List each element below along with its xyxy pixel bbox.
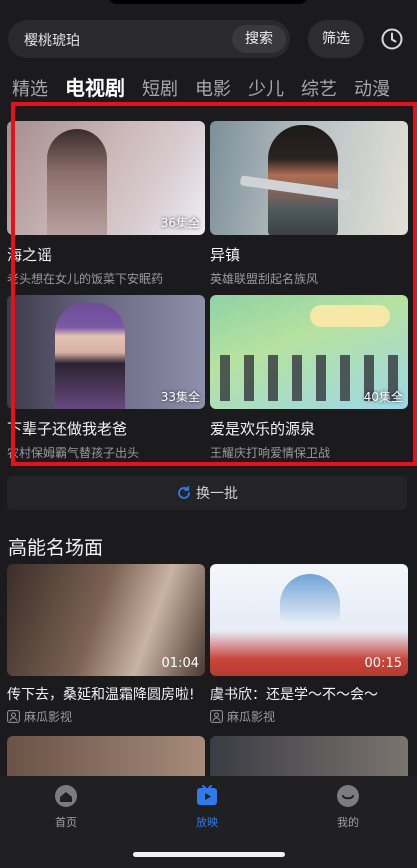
nav-profile-label: 我的 [337,816,359,829]
scene-source[interactable]: 麻瓜影视 [7,708,205,725]
scene-source-name: 麻瓜影视 [227,710,276,724]
highlight-frame [11,102,417,466]
tab-kids[interactable]: 少儿 [248,75,284,101]
duration-label: 01:04 [161,656,199,671]
refresh-label: 换一批 [196,486,238,502]
scene-title[interactable]: 虞书欣：还是学～不～会～ [210,684,408,704]
tab-short-drama[interactable]: 短剧 [142,75,178,101]
scene-source[interactable]: 麻瓜影视 [210,708,408,725]
scene-thumbnail-partial[interactable] [7,736,205,776]
nav-home[interactable]: 首页 [26,784,106,830]
user-icon [210,710,223,723]
tab-featured[interactable]: 精选 [12,75,48,101]
section-title: 高能名场面 [8,537,104,559]
refresh-button[interactable]: 换一批 [7,476,407,510]
user-icon [7,710,20,723]
search-button[interactable]: 搜索 [232,25,286,53]
home-icon [55,785,77,807]
tab-movies[interactable]: 电影 [195,75,231,101]
tab-anime[interactable]: 动漫 [354,75,390,101]
category-tabs: 精选 电视剧 短剧 电影 少儿 综艺 动漫 [12,72,407,100]
scene-card[interactable]: 00:15 虞书欣：还是学～不～会～ 麻瓜影视 [210,564,408,725]
search-row: 樱桃琥珀 搜索 筛选 [8,20,408,58]
scene-helmet-shape [280,574,340,624]
scene-thumbnail[interactable]: 01:04 [7,564,205,676]
status-notch [108,0,308,4]
tab-tv-series[interactable]: 电视剧 [65,72,125,101]
history-clock-icon[interactable] [380,27,404,51]
search-query: 樱桃琥珀 [24,33,80,49]
search-input[interactable]: 樱桃琥珀 搜索 [8,20,290,58]
nav-profile[interactable]: 我的 [308,784,388,830]
scene-title[interactable]: 传下去，桑延和温霜降圆房啦! [7,684,205,704]
refresh-icon [178,485,190,499]
nav-screening[interactable]: 放映 [167,784,247,830]
tab-variety[interactable]: 综艺 [301,75,337,101]
profile-smile-icon [337,785,359,807]
nav-home-label: 首页 [55,816,77,829]
scene-thumbnail[interactable]: 00:15 [210,564,408,676]
scene-thumbnail-partial[interactable] [210,736,408,776]
scene-source-name: 麻瓜影视 [24,710,73,724]
play-tv-icon [197,785,217,805]
scene-card[interactable]: 01:04 传下去，桑延和温霜降圆房啦! 麻瓜影视 [7,564,205,725]
duration-label: 00:15 [364,656,402,671]
home-indicator [133,852,285,857]
filter-button[interactable]: 筛选 [308,20,364,58]
nav-screening-label: 放映 [196,816,218,829]
